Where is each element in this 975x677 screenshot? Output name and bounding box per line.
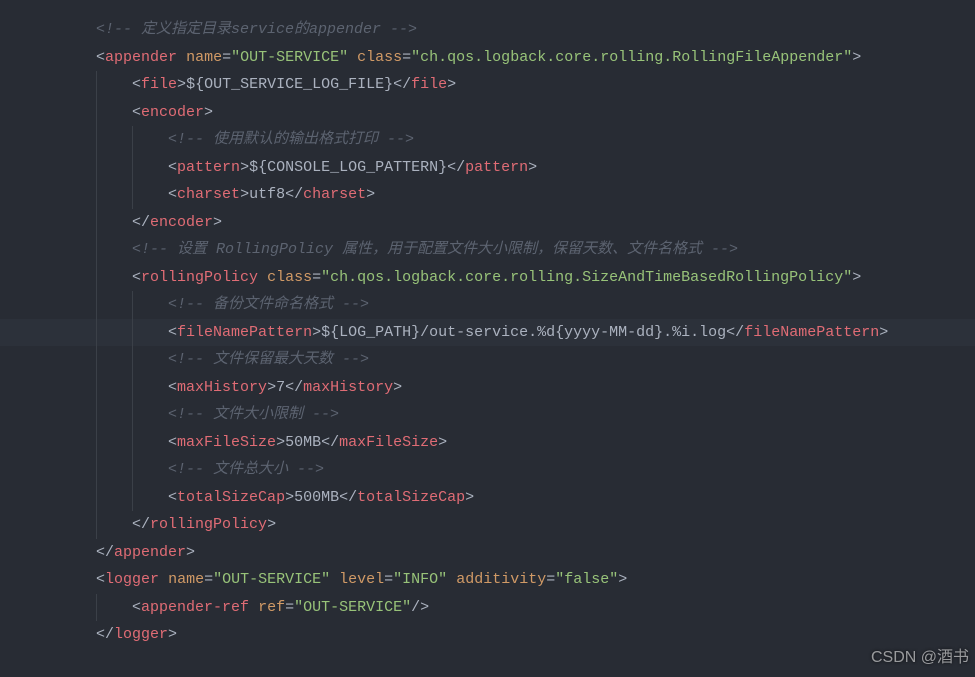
code-line: </logger> bbox=[0, 621, 975, 649]
code-line: <!-- 设置 RollingPolicy 属性，用于配置文件大小限制，保留天数… bbox=[0, 236, 975, 264]
code-line: <!-- 备份文件命名格式 --> bbox=[0, 291, 975, 319]
code-line: <appender name="OUT-SERVICE" class="ch.q… bbox=[0, 44, 975, 72]
code-line: <!-- 使用默认的输出格式打印 --> bbox=[0, 126, 975, 154]
code-line: <charset>utf8</charset> bbox=[0, 181, 975, 209]
code-line: </rollingPolicy> bbox=[0, 511, 975, 539]
code-line: <maxHistory>7</maxHistory> bbox=[0, 374, 975, 402]
code-line: <maxFileSize>50MB</maxFileSize> bbox=[0, 429, 975, 457]
code-line: </encoder> bbox=[0, 209, 975, 237]
code-line: </appender> bbox=[0, 539, 975, 567]
code-line: <!-- 文件大小限制 --> bbox=[0, 401, 975, 429]
code-line: <logger name="OUT-SERVICE" level="INFO" … bbox=[0, 566, 975, 594]
code-line: <fileNamePattern>${LOG_PATH}/out-service… bbox=[0, 319, 975, 347]
code-line: <rollingPolicy class="ch.qos.logback.cor… bbox=[0, 264, 975, 292]
code-line: <totalSizeCap>500MB</totalSizeCap> bbox=[0, 484, 975, 512]
code-line: <pattern>${CONSOLE_LOG_PATTERN}</pattern… bbox=[0, 154, 975, 182]
code-line: <!-- 文件总大小 --> bbox=[0, 456, 975, 484]
code-line: <appender-ref ref="OUT-SERVICE"/> bbox=[0, 594, 975, 622]
watermark: CSDN @酒书 bbox=[871, 644, 969, 672]
code-line: <encoder> bbox=[0, 99, 975, 127]
code-line: <!-- 文件保留最大天数 --> bbox=[0, 346, 975, 374]
code-line: <!-- 定义指定目录service的appender --> bbox=[0, 16, 975, 44]
code-line: <file>${OUT_SERVICE_LOG_FILE}</file> bbox=[0, 71, 975, 99]
code-block: <!-- 定义指定目录service的appender --> <appende… bbox=[0, 0, 975, 649]
